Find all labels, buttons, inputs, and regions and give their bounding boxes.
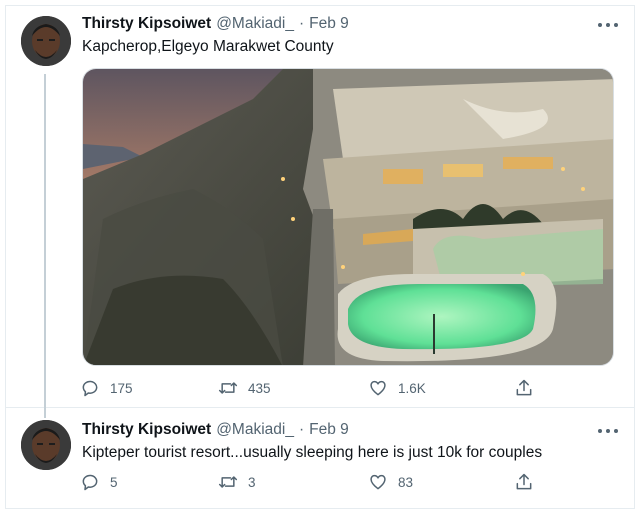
like-button[interactable]: 83 — [368, 472, 514, 492]
reply-button[interactable]: 5 — [80, 472, 218, 492]
tweet-header: Thirsty Kipsoiwet @Makiadi_ · Feb 9 — [82, 15, 349, 33]
retweet-icon — [218, 382, 238, 394]
avatar[interactable] — [21, 420, 71, 470]
display-name[interactable]: Thirsty Kipsoiwet — [82, 15, 211, 33]
share-icon — [516, 379, 532, 396]
tweet-photo[interactable] — [82, 68, 614, 366]
tweet-actions: 5 3 83 — [80, 472, 534, 492]
retweet-button[interactable]: 3 — [218, 472, 368, 492]
share-button[interactable] — [514, 472, 534, 492]
share-icon — [516, 473, 532, 490]
reply-icon — [82, 474, 98, 491]
reply-button[interactable]: 175 — [80, 378, 218, 398]
like-icon — [370, 380, 386, 396]
avatar[interactable] — [21, 16, 71, 66]
retweet-count: 435 — [248, 380, 271, 396]
like-icon — [370, 474, 386, 490]
reply-icon — [82, 380, 98, 397]
user-handle[interactable]: @Makiadi_ — [216, 421, 294, 439]
tweet-actions: 175 435 1.6K — [80, 378, 534, 398]
tweet-date[interactable]: Feb 9 — [309, 15, 349, 33]
reply-count: 5 — [110, 474, 118, 490]
more-icon[interactable] — [598, 20, 618, 30]
more-icon[interactable] — [598, 426, 618, 436]
like-count: 83 — [398, 474, 414, 490]
retweet-button[interactable]: 435 — [218, 378, 368, 398]
tweet-date[interactable]: Feb 9 — [309, 421, 349, 439]
retweet-count: 3 — [248, 474, 256, 490]
separator-dot: · — [298, 15, 305, 32]
separator-dot: · — [298, 421, 305, 438]
tweet-1[interactable]: Thirsty Kipsoiwet @Makiadi_ · Feb 9 Kapc… — [0, 8, 640, 418]
display-name[interactable]: Thirsty Kipsoiwet — [82, 421, 211, 439]
thread-line — [44, 74, 46, 418]
reply-count: 175 — [110, 380, 133, 396]
tweet-text: Kipteper tourist resort...usually sleepi… — [82, 444, 543, 461]
tweet-text: Kapcherop,Elgeyo Marakwet County — [82, 38, 334, 55]
share-button[interactable] — [514, 378, 534, 398]
tweet-header: Thirsty Kipsoiwet @Makiadi_ · Feb 9 — [82, 421, 349, 439]
tweet-2[interactable]: Thirsty Kipsoiwet @Makiadi_ · Feb 9 Kipt… — [0, 410, 640, 510]
user-handle[interactable]: @Makiadi_ — [216, 15, 294, 33]
retweet-icon — [218, 476, 238, 488]
like-button[interactable]: 1.6K — [368, 378, 514, 398]
tweet-divider — [5, 407, 635, 408]
like-count: 1.6K — [398, 380, 426, 396]
